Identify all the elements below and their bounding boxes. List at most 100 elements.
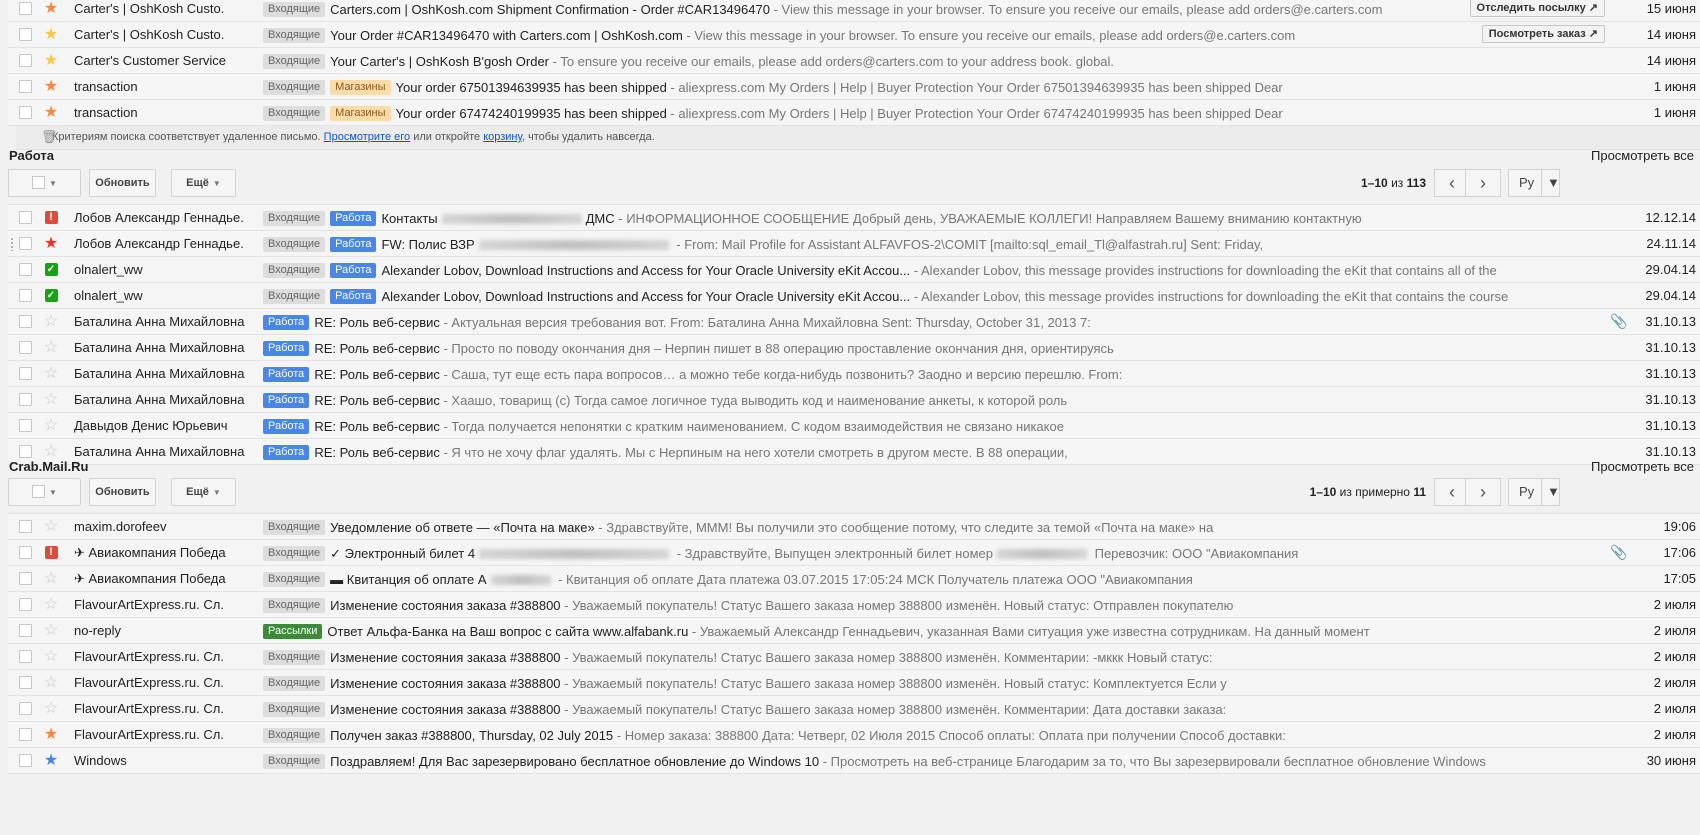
row-checkbox[interactable] (19, 80, 32, 93)
row-checkbox[interactable] (19, 546, 32, 559)
message-row[interactable]: ✓ olnalert_ww Входящие Работа Alexander Lo… (8, 283, 1700, 309)
message-row[interactable]: ★ Carter's | OshKosh Custo. Входящие Cart… (8, 0, 1700, 22)
message-row[interactable]: ☆ Баталина Анна Михайловна Работа RE: Рол… (8, 361, 1700, 387)
row-checkbox[interactable] (19, 598, 32, 611)
view-order-button[interactable]: Посмотреть заказ ↗ (1481, 25, 1605, 43)
message-row[interactable]: ☆ ✈ Авиакомпания Победа Входящие ▬ Квитан… (8, 566, 1700, 592)
row-checkbox[interactable] (19, 676, 32, 689)
label-inbox[interactable]: Входящие (263, 28, 326, 44)
label-inbox[interactable]: Входящие (263, 598, 326, 614)
row-checkbox[interactable] (19, 393, 32, 406)
select-all-dropdown[interactable]: ▼ (8, 169, 81, 197)
label-inbox[interactable]: Входящие (263, 676, 326, 692)
more-button[interactable]: Ещё ▼ (171, 478, 236, 506)
label-inbox[interactable]: Входящие (263, 520, 326, 536)
label-inbox[interactable]: Входящие (263, 54, 326, 70)
star-icon[interactable]: ☆ (42, 696, 60, 721)
label-newsletters[interactable]: Рассылки (263, 624, 323, 640)
message-row[interactable]: ☆ FlavourArtExpress.ru. Сл. Входящие Изме… (8, 696, 1700, 722)
star-icon[interactable]: ☆ (42, 335, 60, 360)
row-checkbox[interactable] (19, 520, 32, 533)
select-all-checkbox[interactable] (32, 175, 46, 189)
label-inbox[interactable]: Входящие (263, 546, 326, 562)
label-inbox[interactable]: Входящие (263, 289, 326, 305)
message-row[interactable]: ! ✈ Авиакомпания Победа Входящие ✓ Электр… (8, 540, 1700, 566)
star-icon[interactable]: ★ (42, 722, 60, 747)
star-icon[interactable]: ☆ (42, 309, 60, 334)
star-icon[interactable]: ★ (42, 0, 60, 21)
label-work[interactable]: Работа (330, 289, 377, 305)
star-icon[interactable]: ☆ (42, 387, 60, 412)
star-icon[interactable]: ☆ (42, 566, 60, 591)
message-row[interactable]: ★ transaction Входящие Магазины Your order… (8, 100, 1700, 126)
message-row[interactable]: ☆ Баталина Анна Михайловна Работа RE: Рол… (8, 309, 1700, 335)
message-row[interactable]: ☆ no-reply Рассылки Ответ Альфа-Банка на … (8, 618, 1700, 644)
row-checkbox[interactable] (19, 341, 32, 354)
important-marker-icon[interactable]: ! (42, 205, 60, 230)
star-icon[interactable]: ★ (42, 22, 60, 47)
message-row[interactable]: ☆ maxim.dorofeev Входящие Уведомление об … (8, 514, 1700, 540)
select-all-dropdown[interactable]: ▼ (8, 478, 81, 506)
message-row[interactable]: ✓ olnalert_ww Входящие Работа Alexander Lo… (8, 257, 1700, 283)
row-checkbox[interactable] (19, 702, 32, 715)
check-marker-icon[interactable]: ✓ (42, 257, 60, 282)
important-marker-icon[interactable]: ! (42, 540, 60, 565)
label-shops[interactable]: Магазины (330, 80, 391, 96)
message-row[interactable]: ★ Carter's | OshKosh Custo. Входящие Your… (8, 22, 1700, 48)
input-tools-button[interactable]: Ру ▼ (1508, 478, 1560, 506)
label-work[interactable]: Работа (263, 341, 310, 357)
message-row[interactable]: ★ Windows Входящие Поздравляем! Для Вас з… (8, 748, 1700, 774)
row-checkbox[interactable] (19, 367, 32, 380)
star-icon[interactable]: ☆ (42, 670, 60, 695)
star-icon[interactable]: ★ (42, 100, 60, 125)
star-icon[interactable]: ☆ (42, 514, 60, 539)
star-icon[interactable]: ★ (42, 48, 60, 73)
label-inbox[interactable]: Входящие (263, 211, 326, 227)
row-checkbox[interactable] (19, 106, 32, 119)
row-checkbox[interactable] (19, 315, 32, 328)
input-tools-button[interactable]: Ру ▼ (1508, 169, 1560, 197)
row-checkbox[interactable] (19, 624, 32, 637)
row-checkbox[interactable] (19, 650, 32, 663)
message-row[interactable]: ☆ Баталина Анна Михайловна Работа RE: Рол… (8, 335, 1700, 361)
label-work[interactable]: Работа (263, 393, 310, 409)
label-inbox[interactable]: Входящие (263, 263, 326, 279)
label-inbox[interactable]: Входящие (263, 702, 326, 718)
row-checkbox[interactable] (19, 263, 32, 276)
label-work[interactable]: Работа (263, 367, 310, 383)
label-shops[interactable]: Магазины (330, 106, 391, 122)
message-row[interactable]: ★ Лобов Александр Геннадье. Входящие Рабо… (8, 231, 1700, 257)
check-marker-icon[interactable]: ✓ (42, 283, 60, 308)
star-icon[interactable]: ★ (42, 231, 60, 256)
label-inbox[interactable]: Входящие (263, 237, 326, 253)
star-icon[interactable]: ☆ (42, 644, 60, 669)
select-all-checkbox[interactable] (32, 484, 46, 498)
label-work[interactable]: Работа (330, 263, 377, 279)
row-checkbox[interactable] (19, 54, 32, 67)
view-all-link[interactable]: Просмотреть все (1591, 148, 1694, 163)
message-row[interactable]: ★ FlavourArtExpress.ru. Сл. Входящие Полу… (8, 722, 1700, 748)
star-icon[interactable]: ★ (42, 748, 60, 773)
row-checkbox[interactable] (19, 237, 32, 250)
more-button[interactable]: Ещё ▼ (171, 169, 236, 197)
star-icon[interactable]: ☆ (42, 361, 60, 386)
star-icon[interactable]: ☆ (42, 592, 60, 617)
label-inbox[interactable]: Входящие (263, 80, 326, 96)
refresh-button[interactable]: Обновить (89, 478, 156, 506)
label-inbox[interactable]: Входящие (263, 728, 326, 744)
message-row[interactable]: ★ transaction Входящие Магазины Your order… (8, 74, 1700, 100)
row-checkbox[interactable] (19, 728, 32, 741)
track-package-button[interactable]: Отследить посылку ↗ (1469, 0, 1605, 17)
chevron-right-icon[interactable]: › (1465, 169, 1501, 197)
message-row[interactable]: ★ Carter's Customer Service Входящие Your… (8, 48, 1700, 74)
label-inbox[interactable]: Входящие (263, 650, 326, 666)
label-work[interactable]: Работа (330, 237, 377, 253)
star-icon[interactable]: ☆ (42, 413, 60, 438)
star-icon[interactable]: ☆ (42, 618, 60, 643)
label-work[interactable]: Работа (263, 315, 310, 331)
star-icon[interactable]: ★ (42, 74, 60, 99)
view-all-link[interactable]: Просмотреть все (1591, 459, 1694, 474)
message-row[interactable]: ☆ FlavourArtExpress.ru. Сл. Входящие Изме… (8, 644, 1700, 670)
row-checkbox[interactable] (19, 419, 32, 432)
message-row[interactable]: ☆ FlavourArtExpress.ru. Сл. Входящие Изме… (8, 592, 1700, 618)
